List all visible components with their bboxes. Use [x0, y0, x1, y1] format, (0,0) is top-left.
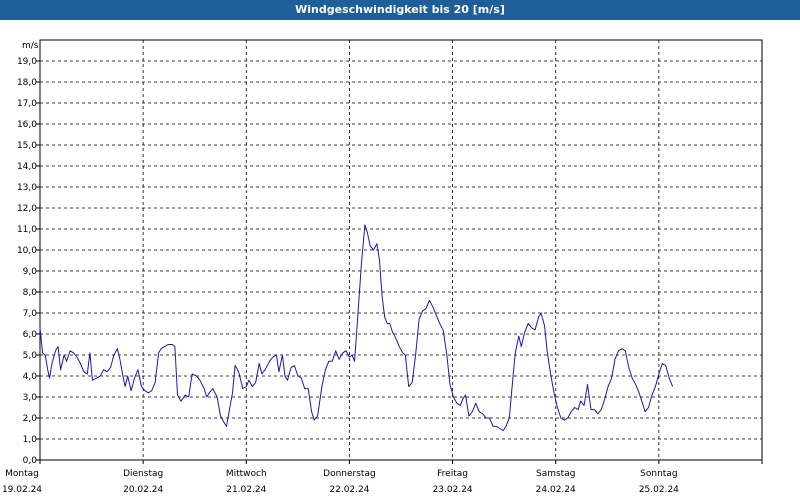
y-tick-label: 14,0	[17, 162, 37, 172]
y-tick-label: 0,0	[23, 456, 38, 466]
y-axis: 0,0 1,0 2,0 3,0 4,0 5,0 6,0 7,0 8,0 9,0 10,0 11,0 12…	[17, 57, 40, 466]
y-tick-label: 17,0	[17, 99, 37, 109]
y-tick-label: 12,0	[17, 204, 37, 214]
y-tick-label: 13,0	[17, 183, 37, 193]
x-tick-label-day: Mittwoch	[226, 469, 267, 479]
x-tick-label-date: 25.02.24	[639, 485, 679, 495]
series-line-0	[39, 224, 674, 432]
y-tick-label: 11,0	[17, 225, 37, 235]
y-tick-label: 4,0	[23, 372, 38, 382]
x-tick-label-date: 22.02.24	[329, 485, 369, 495]
y-tick-label: 8,0	[23, 288, 38, 298]
x-tick-label-day: Samstag	[536, 469, 575, 479]
y-tick-label: 19,0	[17, 57, 37, 67]
y-tick-label: 18,0	[17, 78, 37, 88]
x-tick-label-date: 20.02.24	[123, 485, 163, 495]
x-tick-label-day: Sonntag	[640, 469, 677, 479]
x-tick-label-day: Donnerstag	[323, 469, 376, 479]
x-tick-label-date: 19.02.24	[2, 485, 42, 495]
y-tick-label: 15,0	[17, 141, 37, 151]
series-layer	[39, 224, 674, 432]
y-tick-label: 2,0	[23, 414, 38, 424]
x-tick-label-day: Montag	[5, 469, 39, 479]
x-axis: Montag 19.02.24 Dienstag 20.02.24 Mittwoch 21…	[2, 460, 763, 495]
y-axis-label: m/s	[22, 41, 39, 51]
y-tick-label: 5,0	[23, 351, 38, 361]
grid	[39, 39, 763, 461]
y-tick-label: 16,0	[17, 120, 37, 130]
x-tick-label-day: Dienstag	[123, 469, 163, 479]
x-tick-label-day: Freitag	[437, 469, 468, 479]
line-chart: 0,0 1,0 2,0 3,0 4,0 5,0 6,0 7,0 8,0 9,0 10,0 11,0 12…	[2, 39, 763, 495]
y-tick-label: 3,0	[23, 393, 38, 403]
y-tick-label: 7,0	[23, 309, 38, 319]
y-tick-label: 1,0	[23, 435, 38, 445]
x-tick-label-date: 21.02.24	[226, 485, 266, 495]
x-tick-label-date: 23.02.24	[433, 485, 473, 495]
y-tick-label: 10,0	[17, 246, 37, 256]
x-tick-label-date: 24.02.24	[536, 485, 576, 495]
y-tick-label: 6,0	[23, 330, 38, 340]
y-tick-label: 9,0	[23, 267, 38, 277]
